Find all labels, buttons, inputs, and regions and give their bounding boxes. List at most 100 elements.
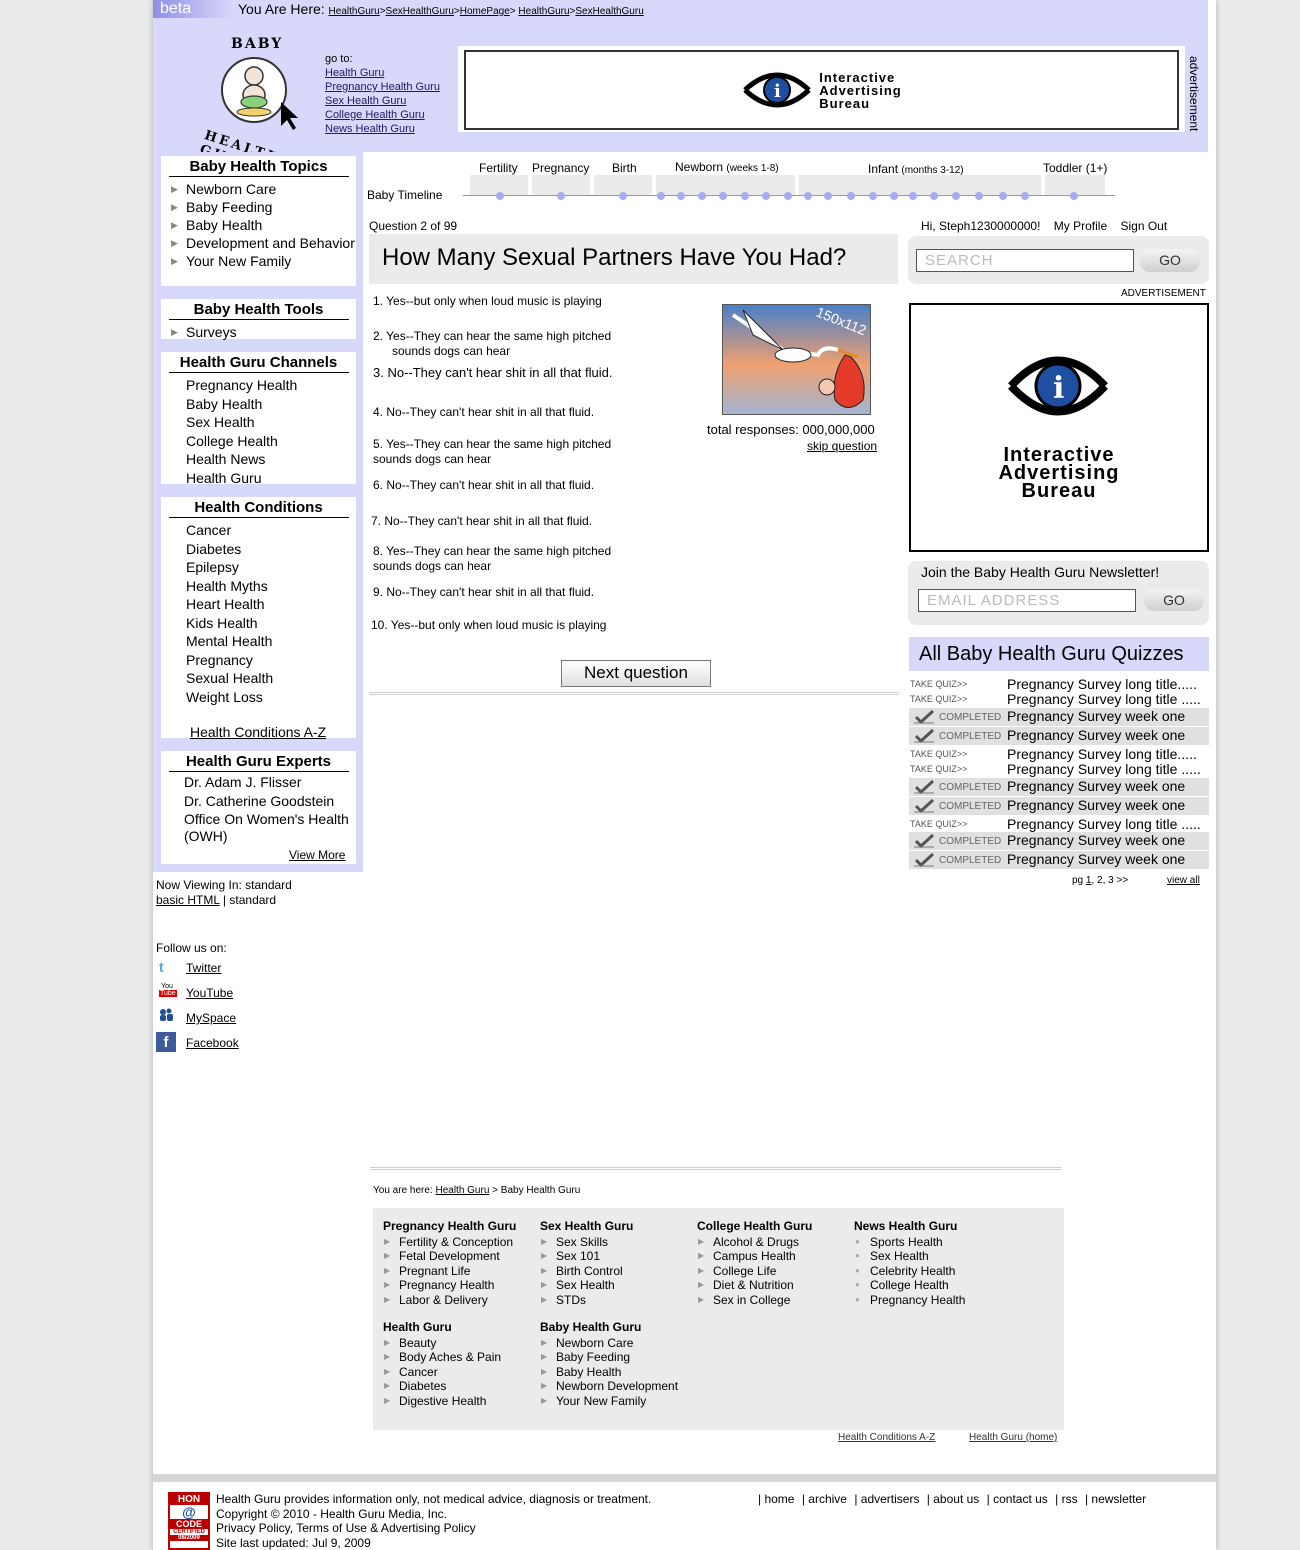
tool-item[interactable]: Surveys — [171, 323, 356, 341]
footer-nav-rss[interactable]: rss — [1062, 1492, 1078, 1506]
footer-nav-home[interactable]: home — [764, 1492, 794, 1506]
answer-option[interactable]: 5. Yes--They can hear the same high pitc… — [373, 437, 611, 452]
footer-link[interactable]: Pregnant Life — [384, 1264, 516, 1279]
footer-col-title[interactable]: News Health Guru — [854, 1219, 965, 1234]
footer-link[interactable]: Digestive Health — [384, 1394, 501, 1409]
timeline-dot[interactable] — [847, 192, 855, 200]
timeline-dot[interactable] — [804, 192, 812, 200]
next-question-button[interactable]: Next question — [561, 660, 711, 687]
top-banner-ad[interactable]: i Interactive Advertising Bureau — [458, 46, 1185, 132]
topic-item[interactable]: Baby Health — [171, 216, 356, 234]
footer-nav-about[interactable]: about us — [933, 1492, 979, 1506]
timeline-dot[interactable] — [930, 192, 938, 200]
condition-item[interactable]: Weight Loss — [186, 688, 356, 707]
quiz-row[interactable]: COMPLETED Pregnancy Survey week one — [909, 797, 1209, 815]
quiz-title[interactable]: Pregnancy Survey week one — [1007, 708, 1185, 724]
next-page-link[interactable]: >> — [1117, 875, 1129, 886]
timeline-dot[interactable] — [741, 192, 749, 200]
take-quiz-link[interactable]: TAKE QUIZ>> — [910, 679, 967, 689]
timeline-dot[interactable] — [909, 192, 917, 200]
answer-option[interactable]: 7. No--They can't hear shit in all that … — [371, 514, 592, 529]
footer-link[interactable]: Baby Health — [541, 1365, 678, 1380]
channel-item[interactable]: Health Guru — [186, 469, 356, 488]
timeline-dot[interactable] — [869, 192, 877, 200]
footer-link[interactable]: Sex Health — [855, 1249, 965, 1264]
stage-infant[interactable]: Infant (months 3-12) — [868, 162, 964, 176]
timeline-dot[interactable] — [762, 192, 770, 200]
condition-item[interactable]: Mental Health — [186, 632, 356, 651]
answer-option-cont[interactable]: sounds dogs can hear — [373, 452, 491, 467]
quiz-title[interactable]: Pregnancy Survey week one — [1007, 832, 1185, 848]
take-quiz-link[interactable]: TAKE QUIZ>> — [910, 749, 967, 759]
answer-option[interactable]: 10. Yes--but only when loud music is pla… — [371, 618, 606, 633]
quiz-title[interactable]: Pregnancy Survey long title ..... — [1007, 691, 1201, 707]
timeline-dot[interactable] — [952, 192, 960, 200]
footer-nav-newsletter[interactable]: newsletter — [1091, 1492, 1146, 1506]
myspace-link[interactable]: MySpace — [186, 1011, 236, 1025]
footer-link[interactable]: Birth Control — [541, 1264, 633, 1279]
expert-item[interactable]: Dr. Catherine Goodstein — [184, 793, 356, 810]
policy-links[interactable]: Privacy Policy, Terms of Use & Advertisi… — [216, 1521, 651, 1536]
footer-link[interactable]: Pregnancy Health — [384, 1278, 516, 1293]
condition-item[interactable]: Sexual Health — [186, 669, 356, 688]
condition-item[interactable]: Health Myths — [186, 577, 356, 596]
answer-option-cont[interactable]: sounds dogs can hear — [373, 559, 491, 574]
crumb-link[interactable]: HealthGuru — [518, 6, 569, 17]
footer-link[interactable]: College Health — [855, 1278, 965, 1293]
condition-item[interactable]: Diabetes — [186, 540, 356, 559]
goto-link-health-guru[interactable]: Health Guru — [325, 66, 440, 80]
footer-link[interactable]: Diabetes — [384, 1379, 501, 1394]
goto-link-news[interactable]: News Health Guru — [325, 122, 440, 136]
stage-toddler[interactable]: Toddler (1+) — [1043, 161, 1107, 175]
timeline-dot[interactable] — [784, 192, 792, 200]
footer-link[interactable]: College Life — [698, 1264, 812, 1279]
quiz-title[interactable]: Pregnancy Survey long title..... — [1007, 676, 1197, 692]
footer-link[interactable]: Celebrity Health — [855, 1264, 965, 1279]
view-all-link[interactable]: view all — [1167, 875, 1200, 886]
timeline-dot[interactable] — [975, 192, 983, 200]
footer-link[interactable]: Newborn Care — [541, 1336, 678, 1351]
channel-item[interactable]: Pregnancy Health — [186, 376, 356, 395]
quiz-row[interactable]: COMPLETED Pregnancy Survey week one — [909, 851, 1209, 869]
quiz-title[interactable]: Pregnancy Survey week one — [1007, 797, 1185, 813]
search-input[interactable]: SEARCH — [916, 249, 1134, 272]
topic-item[interactable]: Development and Behavior — [171, 234, 356, 252]
footer-nav-contact[interactable]: contact us — [993, 1492, 1048, 1506]
take-quiz-link[interactable]: TAKE QUIZ>> — [910, 819, 967, 829]
channel-item[interactable]: Sex Health — [186, 413, 356, 432]
condition-item[interactable]: Kids Health — [186, 614, 356, 633]
footer-link[interactable]: Fetal Development — [384, 1249, 516, 1264]
quiz-row[interactable]: TAKE QUIZ>> Pregnancy Survey long title .… — [909, 691, 1209, 709]
timeline-dot[interactable] — [557, 192, 565, 200]
crumb-link[interactable]: HomePage — [460, 6, 510, 17]
topic-item[interactable]: Newborn Care — [171, 180, 356, 198]
topic-item[interactable]: Your New Family — [171, 252, 356, 270]
answer-option-cont[interactable]: sounds dogs can hear — [392, 344, 510, 359]
timeline-dot[interactable] — [719, 192, 727, 200]
footer-az-link[interactable]: Health Conditions A-Z — [838, 1432, 935, 1443]
search-go-button[interactable]: GO — [1140, 249, 1200, 272]
page-link[interactable]: 2 — [1097, 875, 1103, 886]
timeline-dot[interactable] — [698, 192, 706, 200]
youtube-link[interactable]: YouTube — [186, 986, 233, 1000]
sign-out-link[interactable]: Sign Out — [1120, 219, 1167, 233]
quiz-row[interactable]: TAKE QUIZ>> Pregnancy Survey long title .… — [909, 761, 1209, 779]
condition-item[interactable]: Pregnancy — [186, 651, 356, 670]
quiz-row[interactable]: COMPLETED Pregnancy Survey week one — [909, 708, 1209, 726]
stage-pregnancy[interactable]: Pregnancy — [532, 161, 589, 175]
twitter-link[interactable]: Twitter — [186, 961, 221, 975]
footer-col-title[interactable]: Pregnancy Health Guru — [383, 1219, 516, 1234]
footer-link[interactable]: Body Aches & Pain — [384, 1350, 501, 1365]
footer-link[interactable]: Sports Health — [855, 1235, 965, 1250]
timeline-dot[interactable] — [1021, 192, 1029, 200]
condition-item[interactable]: Cancer — [186, 521, 356, 540]
goto-link-college[interactable]: College Health Guru — [325, 108, 440, 122]
timeline-dot[interactable] — [999, 192, 1007, 200]
quiz-title[interactable]: Pregnancy Survey week one — [1007, 727, 1185, 743]
timeline-dot[interactable] — [677, 192, 685, 200]
timeline-dot[interactable] — [619, 192, 627, 200]
timeline-dot[interactable] — [657, 192, 665, 200]
stage-fertility[interactable]: Fertility — [479, 161, 518, 175]
crumb-link[interactable]: HealthGuru — [329, 6, 380, 17]
footer-link[interactable]: Fertility & Conception — [384, 1235, 516, 1250]
